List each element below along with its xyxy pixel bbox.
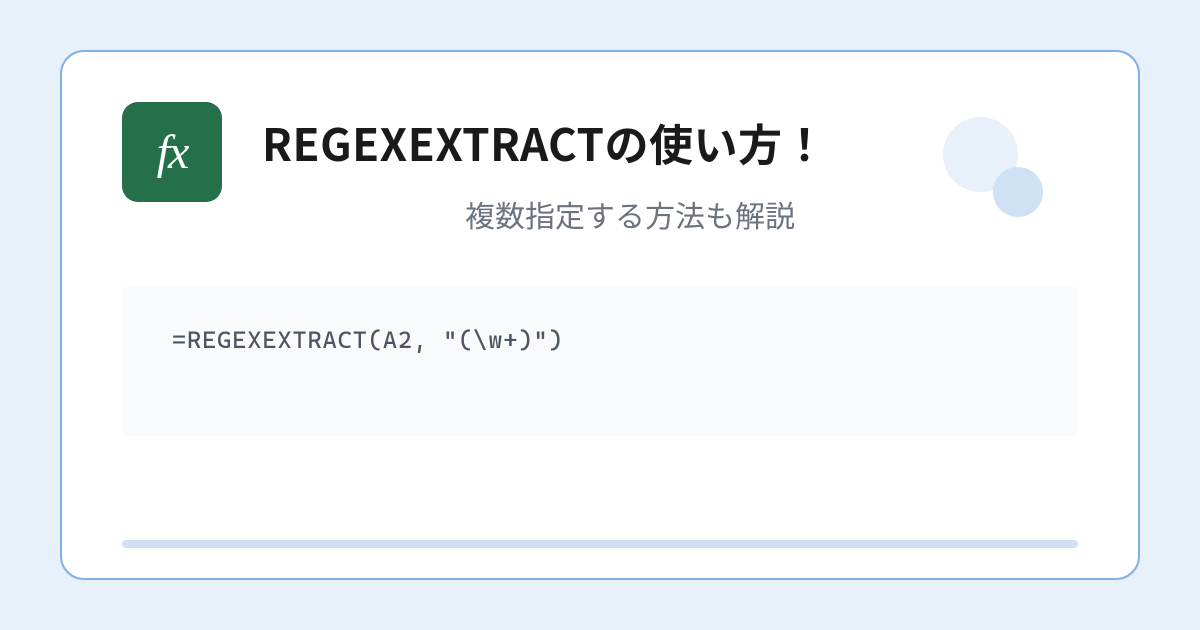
function-icon: fx: [122, 102, 222, 202]
page-subtitle: 複数指定する方法も解説: [262, 192, 1078, 236]
header-row: fx REGEXEXTRACTの使い方！ 複数指定する方法も解説: [122, 102, 1078, 236]
code-block: =REGEXEXTRACT(A2, "(\w+)"): [122, 286, 1078, 436]
decorative-bubble-small: [993, 167, 1043, 217]
formula-text: =REGEXEXTRACT(A2, "(\w+)"): [172, 326, 564, 354]
decorative-bottom-bar: [122, 540, 1078, 548]
function-icon-label: fx: [157, 125, 188, 180]
content-card: fx REGEXEXTRACTの使い方！ 複数指定する方法も解説 =REGEXE…: [60, 50, 1140, 580]
